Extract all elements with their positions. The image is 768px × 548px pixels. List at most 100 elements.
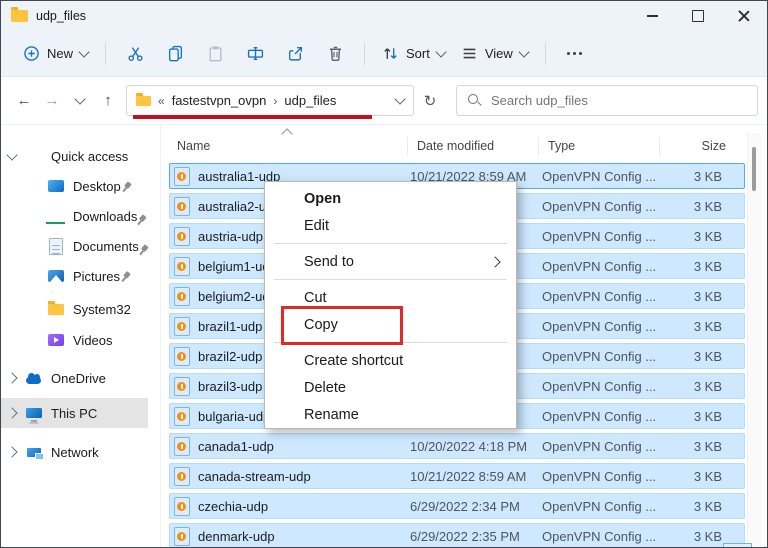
window-controls — [629, 1, 767, 31]
file-name: czechia-udp — [198, 498, 269, 514]
breadcrumb-overflow[interactable]: « — [158, 94, 165, 108]
forward-button[interactable]: → — [38, 87, 66, 115]
file-size: 3 KB — [693, 498, 722, 514]
paste-button[interactable] — [202, 38, 228, 70]
file-type: OpenVPN Config ... — [542, 258, 657, 274]
toolbar-separator — [544, 42, 546, 65]
file-type: OpenVPN Config ... — [542, 198, 657, 214]
file-size: 3 KB — [693, 348, 722, 364]
sort-button[interactable]: Sort — [374, 38, 453, 70]
expander-chevron-icon[interactable] — [6, 372, 18, 384]
sidebar-item-label: This PC — [51, 405, 98, 421]
sidebar-item-network[interactable]: Network — [1, 437, 160, 467]
vertical-scrollbar[interactable] — [747, 133, 761, 547]
close-button[interactable] — [721, 1, 767, 31]
menu-separator — [274, 243, 507, 244]
rename-button[interactable] — [242, 38, 268, 70]
sidebar-item-label: Videos — [73, 332, 113, 348]
menu-item-send-to[interactable]: Send to — [265, 248, 516, 275]
partially-visible-row — [723, 543, 752, 547]
file-type: OpenVPN Config ... — [542, 408, 657, 424]
sidebar-item-desktop[interactable]: Desktop — [1, 171, 160, 201]
command-toolbar: New Sort View — [1, 31, 767, 77]
refresh-button[interactable]: ↻ — [414, 87, 446, 115]
file-row-canada1-udp[interactable]: canada1-udp 10/20/2022 4:18 PM OpenVPN C… — [169, 433, 745, 459]
toolbar-separator — [364, 42, 366, 65]
menu-item-label: Edit — [304, 217, 329, 234]
downloads-icon — [46, 208, 65, 224]
refresh-icon: ↻ — [423, 92, 437, 110]
menu-item-edit[interactable]: Edit — [265, 212, 516, 239]
sidebar-item-label: Downloads — [73, 208, 138, 224]
breadcrumb-item-current[interactable]: udp_files — [284, 93, 336, 108]
chevron-down-icon — [74, 93, 86, 105]
chevron-down-icon[interactable] — [394, 93, 406, 105]
column-header-size[interactable]: Size — [659, 137, 731, 155]
openvpn-config-file-icon — [174, 436, 190, 456]
file-name: canada-stream-udp — [198, 468, 311, 484]
menu-item-rename[interactable]: Rename — [265, 401, 516, 428]
openvpn-config-file-icon — [174, 256, 190, 276]
network-icon — [24, 444, 44, 461]
menu-item-label: Create shortcut — [304, 352, 404, 369]
menu-item-open[interactable]: Open — [265, 185, 516, 212]
window-title: udp_files — [36, 9, 87, 23]
expander-chevron-icon[interactable] — [6, 407, 18, 419]
back-arrow-icon: ← — [16, 92, 32, 109]
toolbar-separator — [105, 42, 107, 65]
breadcrumb-item-parent[interactable]: fastestvpn_ovpn — [172, 93, 267, 108]
file-row-canada-stream-udp[interactable]: canada-stream-udp 10/21/2022 8:59 AM Ope… — [169, 463, 745, 489]
maximize-button[interactable] — [675, 1, 721, 31]
file-type: OpenVPN Config ... — [542, 438, 657, 454]
sidebar-item-quick-access[interactable]: Quick access — [1, 141, 160, 171]
column-header-name[interactable]: Name — [161, 128, 407, 155]
sidebar-item-pictures[interactable]: Pictures — [1, 261, 160, 291]
back-button[interactable]: ← — [10, 87, 38, 115]
sidebar-item-downloads[interactable]: Downloads — [1, 201, 160, 231]
file-type: OpenVPN Config ... — [542, 348, 657, 364]
new-button[interactable]: New — [15, 38, 96, 70]
file-name: denmark-udp — [198, 528, 275, 544]
delete-button[interactable] — [322, 38, 348, 70]
sidebar-item-videos[interactable]: Videos — [1, 325, 160, 355]
file-row-denmark-udp[interactable]: denmark-udp 6/29/2022 2:35 PM OpenVPN Co… — [169, 523, 745, 547]
file-row-czechia-udp[interactable]: czechia-udp 6/29/2022 2:34 PM OpenVPN Co… — [169, 493, 745, 519]
file-size: 3 KB — [693, 468, 722, 484]
minimize-button[interactable] — [629, 1, 675, 31]
share-button[interactable] — [282, 38, 308, 70]
sidebar-item-label: Network — [51, 444, 99, 460]
cut-button[interactable] — [122, 38, 148, 70]
sidebar-item-onedrive[interactable]: OneDrive — [1, 363, 160, 393]
up-button[interactable]: ↑ — [94, 87, 122, 115]
scrollbar-thumb[interactable] — [752, 147, 756, 191]
copy-button[interactable] — [162, 38, 188, 70]
expander-chevron-icon[interactable] — [6, 149, 18, 161]
view-button[interactable]: View — [453, 38, 536, 70]
file-type: OpenVPN Config ... — [542, 168, 657, 184]
thispc-icon — [24, 405, 43, 422]
openvpn-config-file-icon — [174, 496, 190, 516]
search-placeholder: Search udp_files — [491, 93, 588, 108]
menu-item-delete[interactable]: Delete — [265, 374, 516, 401]
file-size: 3 KB — [693, 168, 722, 184]
sidebar-item-documents[interactable]: Documents — [1, 231, 160, 261]
file-type: OpenVPN Config ... — [542, 378, 657, 394]
column-headers: Name Date modified Type Size — [161, 128, 767, 159]
documents-icon — [46, 237, 65, 255]
close-icon — [738, 10, 750, 22]
expander-chevron-icon[interactable] — [6, 446, 18, 458]
column-header-date-modified[interactable]: Date modified — [407, 137, 538, 155]
sidebar-item-this-pc[interactable]: This PC — [1, 398, 148, 428]
address-bar[interactable]: « fastestvpn_ovpn › udp_files — [126, 85, 414, 116]
column-header-type[interactable]: Type — [538, 137, 659, 155]
sidebar-item-label: Documents — [73, 238, 139, 254]
menu-item-create-shortcut[interactable]: Create shortcut — [265, 347, 516, 374]
videos-icon — [46, 332, 65, 349]
chevron-down-icon — [78, 46, 90, 58]
view-icon — [463, 48, 476, 59]
sort-icon — [384, 48, 397, 59]
sidebar-item-system32[interactable]: System32 — [1, 294, 160, 324]
search-input[interactable]: Search udp_files — [456, 85, 758, 116]
recent-locations-button[interactable] — [66, 87, 94, 115]
more-button[interactable] — [562, 38, 588, 70]
